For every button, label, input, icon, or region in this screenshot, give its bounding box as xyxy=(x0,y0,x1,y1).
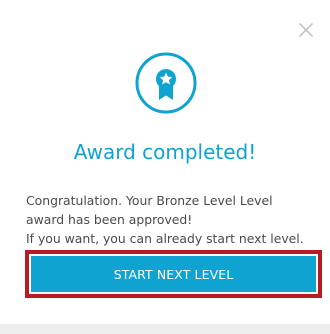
award-dialog: Award completed! Congratulation. Your Br… xyxy=(0,0,330,334)
award-ribbon-icon xyxy=(135,52,197,114)
dialog-bottom-edge xyxy=(0,324,330,334)
dialog-title: Award completed! xyxy=(73,140,257,164)
message-line: If you want, you can already start next … xyxy=(26,231,304,246)
message-line: award has been approved! xyxy=(26,212,193,227)
message-line: Congratulation. Your Bronze Level Level xyxy=(26,193,273,208)
close-button[interactable] xyxy=(298,22,314,38)
start-next-level-button[interactable]: START NEXT LEVEL xyxy=(31,256,316,292)
close-icon xyxy=(299,23,313,37)
dialog-message: Congratulation. Your Bronze Level Level … xyxy=(26,191,326,248)
